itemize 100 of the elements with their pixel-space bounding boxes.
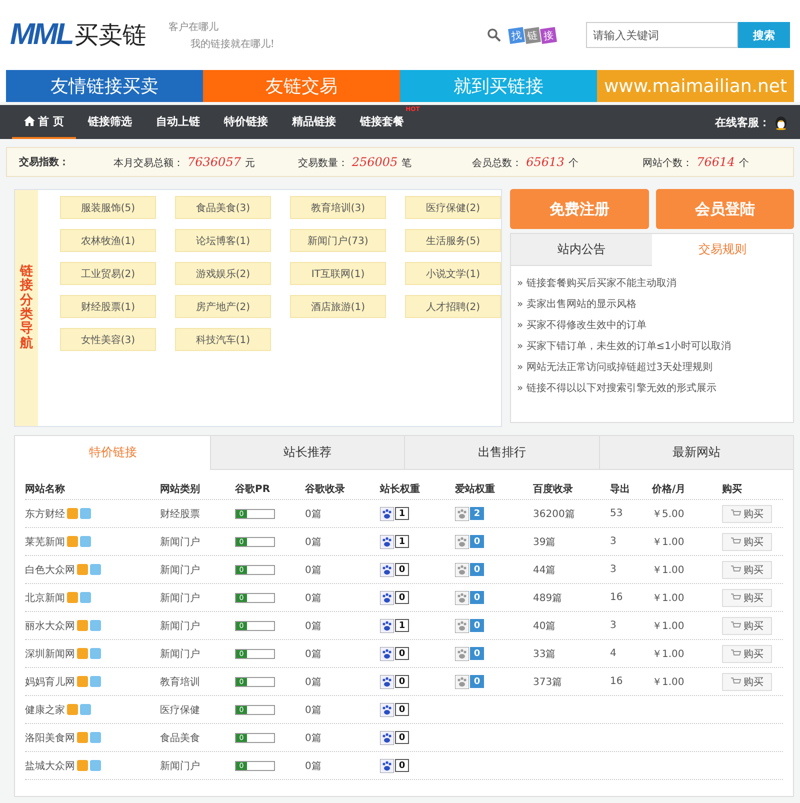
search-field[interactable]: 请输入关键词 bbox=[586, 22, 738, 48]
table-cell-text: ￥1.00 bbox=[652, 620, 686, 632]
table-cell-text: 3 bbox=[610, 620, 618, 631]
site-name[interactable]: 盐城大众网 bbox=[25, 758, 75, 772]
buy-button[interactable]: 购买 bbox=[722, 504, 772, 522]
table-cell-text: 0篇 bbox=[305, 704, 322, 716]
table-cell-text: 财经股票 bbox=[160, 508, 201, 520]
site-name[interactable]: 深圳新闻网 bbox=[25, 646, 75, 660]
site-name[interactable]: 东方财经 bbox=[25, 506, 65, 520]
table-cell-text: 新闻门户 bbox=[160, 536, 201, 548]
site-name[interactable]: 妈妈育儿网 bbox=[25, 674, 75, 688]
site-name[interactable]: 莱芜新闻 bbox=[25, 534, 65, 548]
weight-value: 0 bbox=[470, 675, 484, 688]
table-cell-text: 新闻门户 bbox=[160, 592, 201, 604]
notice-tab[interactable]: 站内公告 bbox=[511, 234, 652, 266]
category-link[interactable]: 财经股票(1) bbox=[60, 295, 156, 318]
paw-icon bbox=[455, 618, 469, 632]
nav-item[interactable]: 自动上链 bbox=[144, 105, 212, 139]
site-name[interactable]: 北京新闻 bbox=[25, 590, 65, 604]
listing-tab[interactable]: 站长推荐 bbox=[210, 436, 404, 470]
listing-tab[interactable]: 出售排行 bbox=[404, 436, 598, 470]
weight-value: 2 bbox=[470, 507, 484, 520]
category-link[interactable]: 教育培训(3) bbox=[290, 196, 386, 219]
table-cell-text: ￥1.00 bbox=[652, 648, 686, 660]
rule-link[interactable]: » 卖家出售网站的显示风格 bbox=[517, 297, 787, 311]
cart-icon bbox=[730, 677, 740, 686]
category-link[interactable]: 新闻门户(73) bbox=[290, 229, 386, 252]
nav-item[interactable]: 链接筛选 bbox=[76, 105, 144, 139]
weight-value: 0 bbox=[470, 591, 484, 604]
weight-value: 0 bbox=[470, 535, 484, 548]
category-link[interactable]: 房产地产(2) bbox=[175, 295, 271, 318]
weight-value: 1 bbox=[395, 507, 409, 520]
category-link[interactable]: 工业贸易(2) bbox=[60, 262, 156, 285]
paw-icon bbox=[380, 646, 394, 660]
table-cell-text: 0篇 bbox=[305, 508, 322, 520]
category-link[interactable]: 酒店旅游(1) bbox=[290, 295, 386, 318]
site-name[interactable]: 白色大众网 bbox=[25, 562, 75, 576]
category-link[interactable]: 科技汽车(1) bbox=[175, 328, 271, 351]
table-cell-text: 医疗保健 bbox=[160, 704, 201, 716]
nav-item[interactable]: 精品链接 bbox=[280, 105, 348, 139]
cart-icon bbox=[730, 649, 740, 658]
banner-block: 友链交易 bbox=[203, 70, 400, 102]
table-cell-text: 4 bbox=[610, 648, 618, 659]
column-header: 价格/月 bbox=[652, 482, 687, 496]
banner-block: 友情链接买卖 bbox=[6, 70, 203, 102]
category-link[interactable]: 女性美容(3) bbox=[60, 328, 156, 351]
banner-block: 就到买链接 bbox=[400, 70, 597, 102]
category-link[interactable]: 食品美食(3) bbox=[175, 196, 271, 219]
logo-text: 买卖链 bbox=[74, 20, 146, 51]
paw-icon bbox=[380, 702, 394, 716]
category-link[interactable]: 生活服务(5) bbox=[405, 229, 501, 252]
buy-button[interactable]: 购买 bbox=[722, 532, 772, 550]
site-name[interactable]: 洛阳美食网 bbox=[25, 730, 75, 744]
table-cell-text: ￥1.00 bbox=[652, 536, 686, 548]
category-link[interactable]: 游戏娱乐(2) bbox=[175, 262, 271, 285]
category-link[interactable]: 人才招聘(2) bbox=[405, 295, 501, 318]
nav-item[interactable]: 特价链接 bbox=[212, 105, 280, 139]
weight-value: 0 bbox=[395, 731, 409, 744]
rule-link[interactable]: » 链接不得以以下对搜索引擎无效的形式展示 bbox=[517, 381, 787, 395]
weight-value: 0 bbox=[470, 619, 484, 632]
buy-button[interactable]: 购买 bbox=[722, 672, 772, 690]
buy-button[interactable]: 购买 bbox=[722, 644, 772, 662]
table-cell-text: ￥1.00 bbox=[652, 592, 686, 604]
slogan-text: 我的链接就在哪儿! bbox=[189, 38, 274, 50]
paw-icon bbox=[380, 590, 394, 604]
logo-mark: MML bbox=[10, 18, 72, 52]
table-cell-text: 新闻门户 bbox=[160, 620, 201, 632]
category-link[interactable]: 小说文学(1) bbox=[405, 262, 501, 285]
rule-link[interactable]: » 网站无法正常访问或掉链超过3天处理规则 bbox=[517, 360, 787, 374]
category-link[interactable]: 农林牧渔(1) bbox=[60, 229, 156, 252]
nav-item[interactable]: 首 页 bbox=[12, 105, 76, 139]
weight-value: 0 bbox=[395, 703, 409, 716]
category-link[interactable]: 论坛博客(1) bbox=[175, 229, 271, 252]
paw-icon bbox=[455, 562, 469, 576]
category-link[interactable]: 医疗保健(2) bbox=[405, 196, 501, 219]
table-cell-text: ￥1.00 bbox=[652, 676, 686, 688]
buy-button[interactable]: 购买 bbox=[722, 588, 772, 606]
rule-link[interactable]: » 买家不得修改生效中的订单 bbox=[517, 318, 787, 332]
category-link[interactable]: 服装服饰(5) bbox=[60, 196, 156, 219]
buy-button[interactable]: 购买 bbox=[722, 560, 772, 578]
stat-unit: 元 bbox=[244, 156, 255, 170]
table-cell-text: 40篇 bbox=[533, 620, 557, 632]
site-name[interactable]: 健康之家 bbox=[25, 702, 65, 716]
paw-icon bbox=[455, 590, 469, 604]
buy-button[interactable]: 购买 bbox=[722, 616, 772, 634]
category-title: 链接分类导航 bbox=[20, 265, 33, 351]
column-header: 站长权重 bbox=[380, 482, 421, 496]
penguin-icon[interactable] bbox=[774, 114, 788, 130]
table-cell-text: 新闻门户 bbox=[160, 760, 201, 772]
rule-link[interactable]: » 买家下错订单，未生效的订单≤1小时可以取消 bbox=[517, 339, 787, 353]
table-cell-text: 3 bbox=[610, 536, 618, 547]
site-name[interactable]: 丽水大众网 bbox=[25, 618, 75, 632]
category-link[interactable]: IT互联网(1) bbox=[290, 262, 386, 285]
table-cell-text: 新闻门户 bbox=[160, 564, 201, 576]
find-logo-tile: 接 bbox=[540, 26, 557, 44]
table-cell-text: 16 bbox=[610, 676, 624, 687]
table-cell-text: 3 bbox=[610, 564, 618, 575]
listing-tab[interactable]: 最新网站 bbox=[598, 436, 793, 470]
rule-link[interactable]: » 链接套餐购买后买家不能主动取消 bbox=[517, 276, 787, 290]
service-label: 在线客服： bbox=[715, 114, 770, 130]
